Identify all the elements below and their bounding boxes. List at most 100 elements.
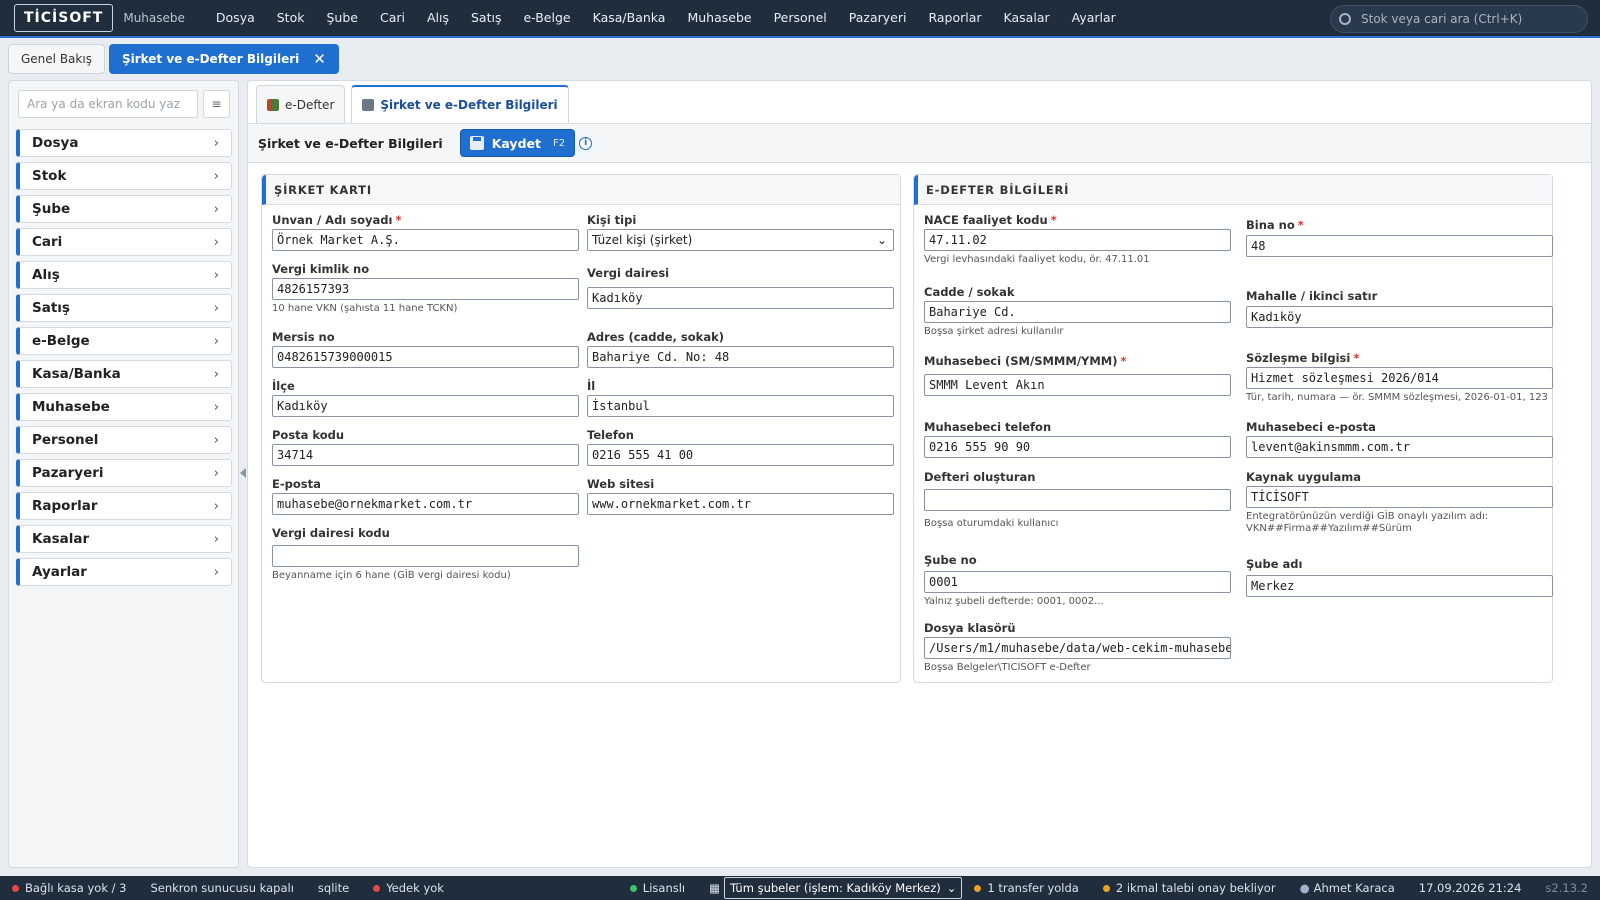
status-kasa-text: Bağlı kasa yok / 3 bbox=[25, 881, 127, 895]
chevron-right-icon: › bbox=[213, 366, 219, 382]
field-nace: NACE faaliyet kodu * 47.11.02 Vergi levha… bbox=[924, 213, 1231, 265]
menu-kasalar[interactable]: Kasalar bbox=[993, 0, 1061, 36]
sidebar-item-raporlar[interactable]: Raporlar › bbox=[16, 492, 232, 520]
field-mahalle: Mahalle / ikinci satır Kadıköy bbox=[1246, 289, 1553, 328]
info-icon[interactable]: i bbox=[579, 136, 593, 150]
menu-stok[interactable]: Stok bbox=[266, 0, 316, 36]
required-marker: * bbox=[1050, 213, 1057, 227]
muhasebeci-telefon-input[interactable]: 0216 555 90 90 bbox=[924, 436, 1231, 458]
sube-no-label: Şube no bbox=[924, 553, 977, 567]
field-posta-kodu: Posta kodu 34714 bbox=[272, 428, 579, 466]
menu-personel[interactable]: Personel bbox=[763, 0, 838, 36]
sidebar-item-kasa-banka[interactable]: Kasa/Banka › bbox=[16, 360, 232, 388]
adres-input[interactable]: Bahariye Cd. No: 48 bbox=[587, 346, 894, 368]
vd-kodu-input[interactable] bbox=[272, 545, 579, 567]
status-ikmal[interactable]: 2 ikmal talebi onay bekliyor bbox=[1091, 881, 1288, 895]
chevron-right-icon: › bbox=[213, 465, 219, 481]
sozlesme-input[interactable]: Hizmet sözleşmesi 2026/014 bbox=[1246, 367, 1553, 389]
muhasebeci-input[interactable]: SMMM Levent Akın bbox=[924, 374, 1231, 396]
telefon-input[interactable]: 0216 555 41 00 bbox=[587, 444, 894, 466]
sidebar-item-personel[interactable]: Personel › bbox=[16, 426, 232, 454]
menu-alis[interactable]: Alış bbox=[416, 0, 460, 36]
bina-no-input[interactable]: 48 bbox=[1246, 235, 1553, 257]
save-button[interactable]: Kaydet F2 bbox=[459, 129, 576, 157]
kaynak-uygulama-label: Kaynak uygulama bbox=[1246, 470, 1361, 484]
required-marker: * bbox=[1353, 351, 1360, 365]
status-datetime: 17.09.2026 21:24 bbox=[1418, 881, 1522, 895]
sidebar-item-kasalar[interactable]: Kasalar › bbox=[16, 525, 232, 553]
search-icon bbox=[1339, 13, 1351, 25]
global-search-input[interactable]: Stok veya cari ara (Ctrl+K) bbox=[1330, 5, 1588, 33]
status-user[interactable]: ● Ahmet Karaca bbox=[1288, 881, 1407, 895]
chevron-right-icon: › bbox=[213, 300, 219, 316]
cadde-input[interactable]: Bahariye Cd. bbox=[924, 301, 1231, 323]
status-kasa: Bağlı kasa yok / 3 bbox=[0, 881, 138, 895]
sidebar-item-ebelge[interactable]: e-Belge › bbox=[16, 327, 232, 355]
kaynak-uygulama-input[interactable]: TİCİSOFT bbox=[1246, 486, 1553, 508]
status-db: sqlite bbox=[317, 881, 350, 895]
menu-sube[interactable]: Şube bbox=[315, 0, 368, 36]
status-dot-icon bbox=[12, 884, 19, 892]
app-logo[interactable]: TİCİSOFT bbox=[14, 4, 114, 32]
collapse-sidebar-icon[interactable] bbox=[240, 468, 246, 478]
status-lisans-text: Lisanslı bbox=[642, 881, 686, 895]
vkn-input[interactable]: 4826157393 bbox=[272, 278, 579, 300]
il-input[interactable]: İstanbul bbox=[587, 395, 894, 417]
unvan-input[interactable]: Örnek Market A.Ş. bbox=[272, 229, 579, 251]
sidebar-item-sube[interactable]: Şube › bbox=[16, 195, 232, 223]
nace-hint: Vergi levhasındaki faaliyet kodu, ör. 47… bbox=[924, 254, 1150, 265]
sidebar-item-satis[interactable]: Satış › bbox=[16, 294, 232, 322]
save-shortcut: F2 bbox=[552, 137, 566, 149]
book-icon bbox=[267, 98, 279, 111]
vergi-dairesi-input[interactable]: Kadıköy bbox=[587, 287, 894, 309]
muhasebeci-eposta-input[interactable]: levent@akinsmmm.com.tr bbox=[1246, 436, 1553, 458]
web-input[interactable]: www.ornekmarket.com.tr bbox=[587, 493, 894, 515]
menu-ebelge[interactable]: e-Belge bbox=[512, 0, 581, 36]
status-transfer[interactable]: 1 transfer yolda bbox=[962, 881, 1090, 895]
mersis-input[interactable]: 0482615739000015 bbox=[272, 346, 579, 368]
menu-raporlar[interactable]: Raporlar bbox=[917, 0, 992, 36]
mahalle-input[interactable]: Kadıköy bbox=[1246, 306, 1553, 328]
menu-satis[interactable]: Satış bbox=[460, 0, 512, 36]
menu-dosya[interactable]: Dosya bbox=[205, 0, 266, 36]
ilce-input[interactable]: Kadıköy bbox=[272, 395, 579, 417]
menu-muhasebe[interactable]: Muhasebe bbox=[676, 0, 762, 36]
sidebar-item-cari[interactable]: Cari › bbox=[16, 228, 232, 256]
kisi-tipi-value: Tüzel kişi (şirket) bbox=[592, 233, 693, 247]
tab-sirket-edefter[interactable]: Şirket ve e-Defter Bilgileri ✕ bbox=[108, 44, 339, 74]
sidebar-item-pazaryeri[interactable]: Pazaryeri › bbox=[16, 459, 232, 487]
sube-no-input[interactable]: 0001 bbox=[924, 571, 1231, 593]
menu-cari[interactable]: Cari bbox=[369, 0, 416, 36]
branch-select[interactable]: Tüm şubeler (işlem: Kadıköy Merkez) ⌄ bbox=[723, 877, 963, 899]
sidebar-item-dosya[interactable]: Dosya › bbox=[16, 129, 232, 157]
close-icon[interactable]: ✕ bbox=[313, 50, 326, 68]
dosya-klasoru-input[interactable]: /Users/m1/muhasebe/data/web-cekim-muhase… bbox=[924, 637, 1231, 659]
field-kaynak-uygulama: Kaynak uygulama TİCİSOFT Entegratörünüzü… bbox=[1246, 470, 1553, 534]
field-bina-no: Bina no * 48 bbox=[1246, 218, 1553, 257]
menu-icon[interactable]: ≡ bbox=[203, 90, 230, 118]
chevron-down-icon: ⌄ bbox=[946, 881, 957, 895]
chevron-right-icon: › bbox=[213, 135, 219, 151]
sidebar-search-input[interactable]: Ara ya da ekran kodu yaz bbox=[18, 90, 198, 118]
nace-input[interactable]: 47.11.02 bbox=[924, 229, 1231, 251]
tab-genel-bakis[interactable]: Genel Bakış bbox=[8, 44, 105, 74]
sidebar-item-alis[interactable]: Alış › bbox=[16, 261, 232, 289]
form-toolbar: Şirket ve e-Defter Bilgileri Kaydet F2 i bbox=[248, 123, 1591, 163]
sidebar-item-muhasebe[interactable]: Muhasebe › bbox=[16, 393, 232, 421]
menu-ayarlar[interactable]: Ayarlar bbox=[1061, 0, 1127, 36]
kisi-tipi-select[interactable]: Tüzel kişi (şirket) ⌄ bbox=[587, 229, 894, 251]
eposta-input[interactable]: muhasebe@ornekmarket.com.tr bbox=[272, 493, 579, 515]
posta-kodu-input[interactable]: 34714 bbox=[272, 444, 579, 466]
menu-pazaryeri[interactable]: Pazaryeri bbox=[838, 0, 918, 36]
field-adres: Adres (cadde, sokak) Bahariye Cd. No: 48 bbox=[587, 330, 894, 368]
field-defteri-olusturan: Defteri oluşturan Boşsa oturumdaki kulla… bbox=[924, 470, 1231, 529]
menu-kasa-banka[interactable]: Kasa/Banka bbox=[582, 0, 677, 36]
chevron-right-icon: › bbox=[213, 201, 219, 217]
sidebar-item-ayarlar[interactable]: Ayarlar › bbox=[16, 558, 232, 586]
cadde-label: Cadde / sokak bbox=[924, 285, 1015, 299]
defteri-olusturan-input[interactable] bbox=[924, 489, 1231, 511]
tab-sirket-bilgileri[interactable]: Şirket ve e-Defter Bilgileri bbox=[351, 85, 569, 123]
sube-adi-input[interactable]: Merkez bbox=[1246, 575, 1553, 597]
sidebar-item-stok[interactable]: Stok › bbox=[16, 162, 232, 190]
tab-edefter[interactable]: e-Defter bbox=[256, 85, 346, 123]
